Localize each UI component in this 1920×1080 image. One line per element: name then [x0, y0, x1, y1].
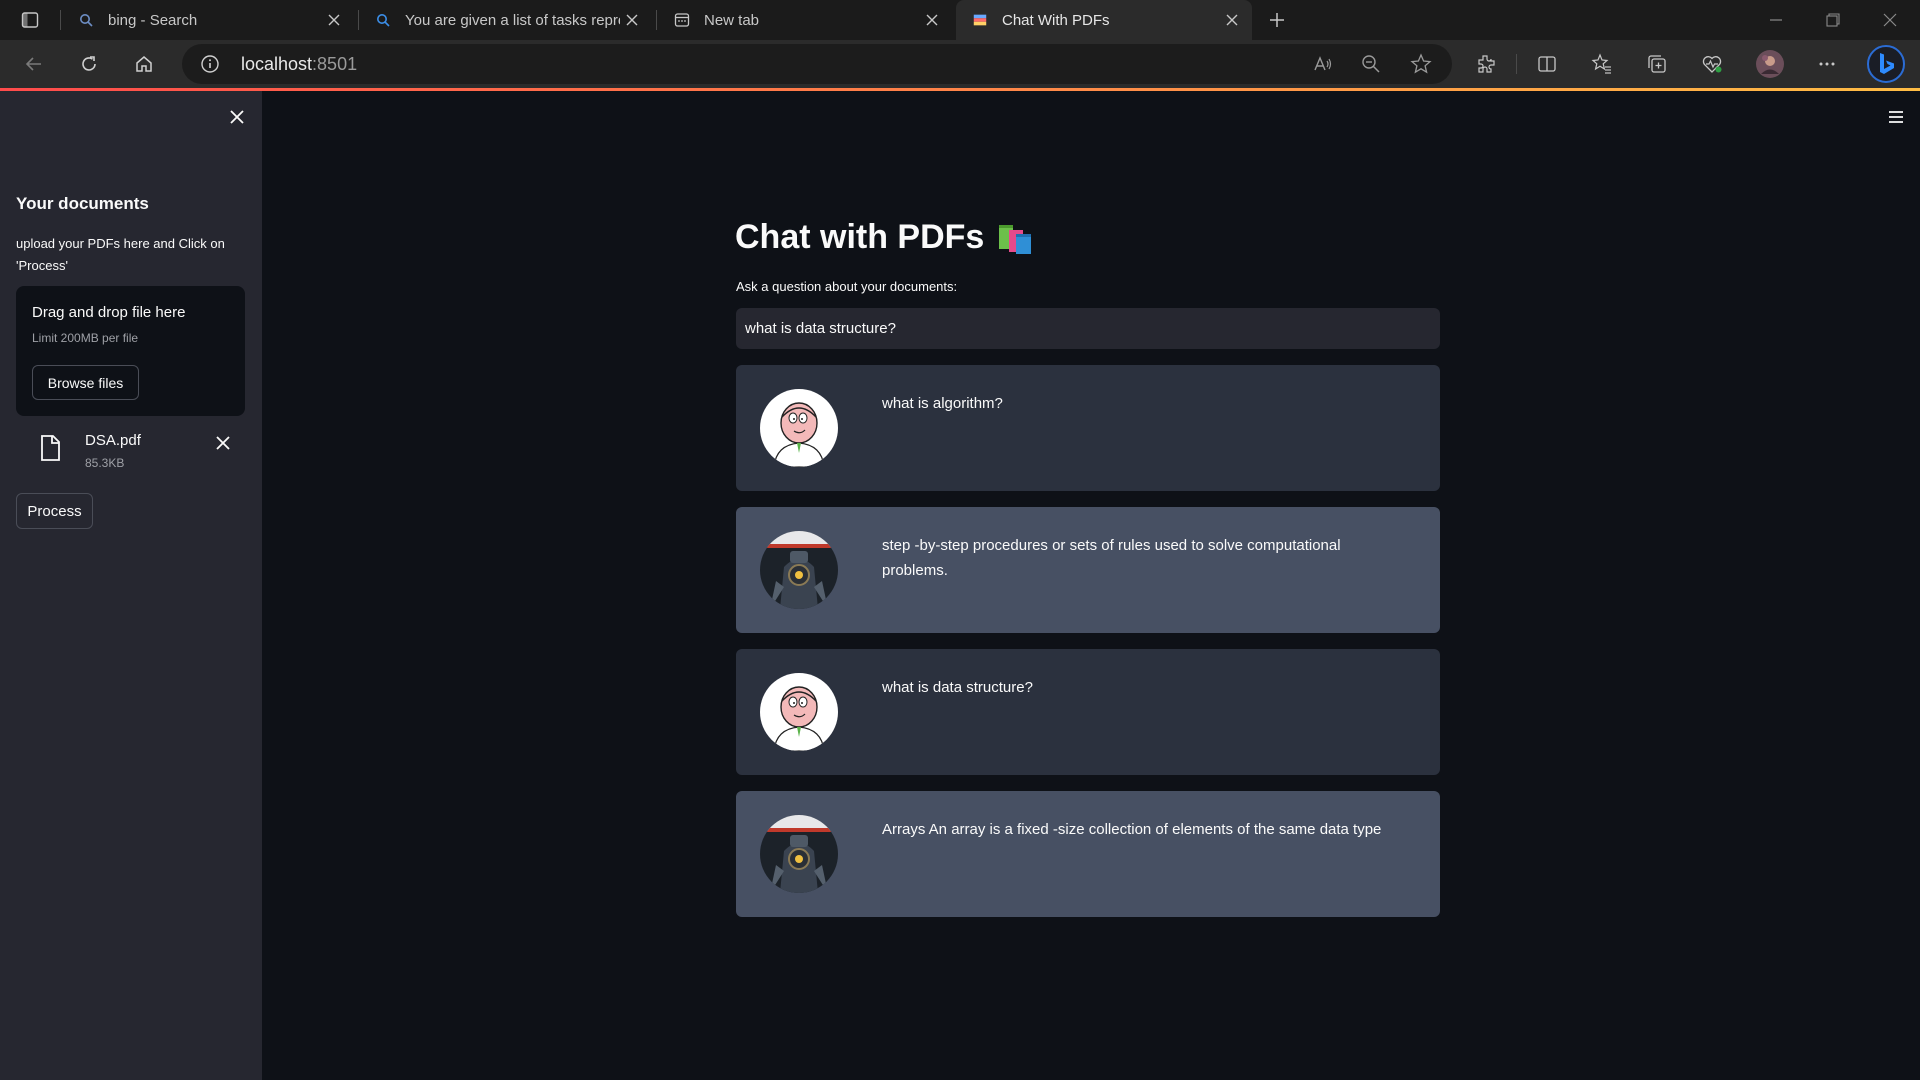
browse-files-button[interactable]: Browse files [32, 365, 139, 400]
home-icon[interactable] [126, 46, 162, 82]
tab-title: bing - Search [108, 11, 198, 29]
hamburger-menu-icon[interactable] [1882, 103, 1910, 131]
close-tab-icon[interactable] [322, 8, 346, 32]
page-title: Chat with PDFs [735, 218, 1036, 257]
file-size: 85.3KB [85, 456, 125, 470]
user-avatar [760, 389, 838, 467]
new-tab-icon [674, 12, 690, 28]
chat-message-bot: step -by-step procedures or sets of rule… [736, 507, 1440, 633]
tab-tasks-search[interactable]: You are given a list of tasks repre [359, 0, 652, 40]
process-button[interactable]: Process [16, 493, 93, 529]
search-icon [78, 12, 94, 28]
split-screen-icon[interactable] [1529, 46, 1565, 82]
sidebar-description: upload your PDFs here and Click on 'Proc… [16, 236, 225, 273]
chat-message-user: what is algorithm? [736, 365, 1440, 491]
message-text: what is algorithm? [882, 395, 1003, 412]
browser-chrome: bing - Search You are given a list of ta… [0, 0, 1920, 91]
search-icon [375, 12, 391, 28]
extensions-icon[interactable] [1468, 46, 1504, 82]
toolbar-separator [1516, 54, 1517, 74]
tab-separator [656, 10, 657, 30]
tab-title: You are given a list of tasks repre [405, 11, 620, 29]
zoom-out-icon[interactable] [1360, 53, 1382, 80]
sidebar-title: Your documents [16, 194, 149, 213]
dropzone-title: Drag and drop file here [32, 304, 186, 321]
bot-avatar [760, 815, 838, 893]
message-text: step -by-step procedures or sets of rule… [882, 537, 1341, 579]
tab-new-tab[interactable]: New tab [658, 0, 952, 40]
url-text: localhost:8501 [241, 54, 357, 75]
favorite-star-icon[interactable] [1410, 53, 1432, 80]
message-text: Arrays An array is a fixed -size collect… [882, 821, 1382, 838]
read-aloud-icon[interactable] [1312, 53, 1334, 80]
restore-icon[interactable] [1805, 0, 1861, 40]
browser-essentials-icon[interactable] [1694, 46, 1730, 82]
file-icon [40, 435, 60, 461]
close-tab-icon[interactable] [920, 8, 944, 32]
chat-message-user: what is data structure? [736, 649, 1440, 775]
sidebar: Your documents upload your PDFs here and… [0, 91, 262, 1080]
file-dropzone[interactable]: Drag and drop file here Limit 200MB per … [16, 286, 245, 416]
main-content: Chat with PDFs Ask a question about your… [262, 91, 1920, 1080]
copilot-icon[interactable] [1866, 44, 1906, 84]
chat-message-bot: Arrays An array is a fixed -size collect… [736, 791, 1440, 917]
tab-title: New tab [704, 11, 760, 29]
dropzone-limit: Limit 200MB per file [32, 331, 139, 345]
favorites-icon[interactable] [1584, 46, 1620, 82]
close-tab-icon[interactable] [1220, 8, 1244, 32]
close-tab-icon[interactable] [620, 8, 644, 32]
page-title-text: Chat with PDFs [735, 218, 985, 256]
back-icon[interactable] [16, 46, 52, 82]
uploaded-file-item: DSA.pdf 85.3KB [16, 425, 245, 481]
site-info-icon[interactable] [200, 54, 220, 79]
question-label: Ask a question about your documents: [736, 279, 958, 294]
tab-bing-search[interactable]: bing - Search [62, 0, 354, 40]
url-port: :8501 [312, 54, 358, 74]
message-text: what is data structure? [882, 679, 1033, 696]
collections-icon[interactable] [1639, 46, 1675, 82]
tab-separator [60, 10, 61, 30]
tab-actions-icon[interactable] [12, 2, 48, 38]
question-input[interactable] [736, 308, 1440, 349]
minimize-icon[interactable] [1748, 0, 1804, 40]
bot-avatar [760, 531, 838, 609]
tab-chat-with-pdfs[interactable]: Chat With PDFs [956, 0, 1252, 40]
remove-file-icon[interactable] [211, 431, 235, 455]
profile-avatar[interactable] [1752, 46, 1788, 82]
refresh-icon[interactable] [71, 46, 107, 82]
url-host: localhost [241, 54, 313, 74]
tab-strip: bing - Search You are given a list of ta… [0, 0, 1920, 40]
address-bar[interactable]: localhost:8501 [182, 44, 1452, 84]
close-sidebar-icon[interactable] [225, 105, 249, 129]
file-name: DSA.pdf [85, 432, 141, 449]
user-avatar [760, 673, 838, 751]
app-favicon [972, 12, 988, 28]
tab-title: Chat With PDFs [1002, 11, 1110, 29]
more-options-icon[interactable] [1809, 46, 1845, 82]
close-window-icon[interactable] [1862, 0, 1918, 40]
new-tab-button[interactable] [1259, 2, 1295, 38]
address-toolbar: localhost:8501 [0, 40, 1920, 88]
books-icon [996, 220, 1036, 256]
